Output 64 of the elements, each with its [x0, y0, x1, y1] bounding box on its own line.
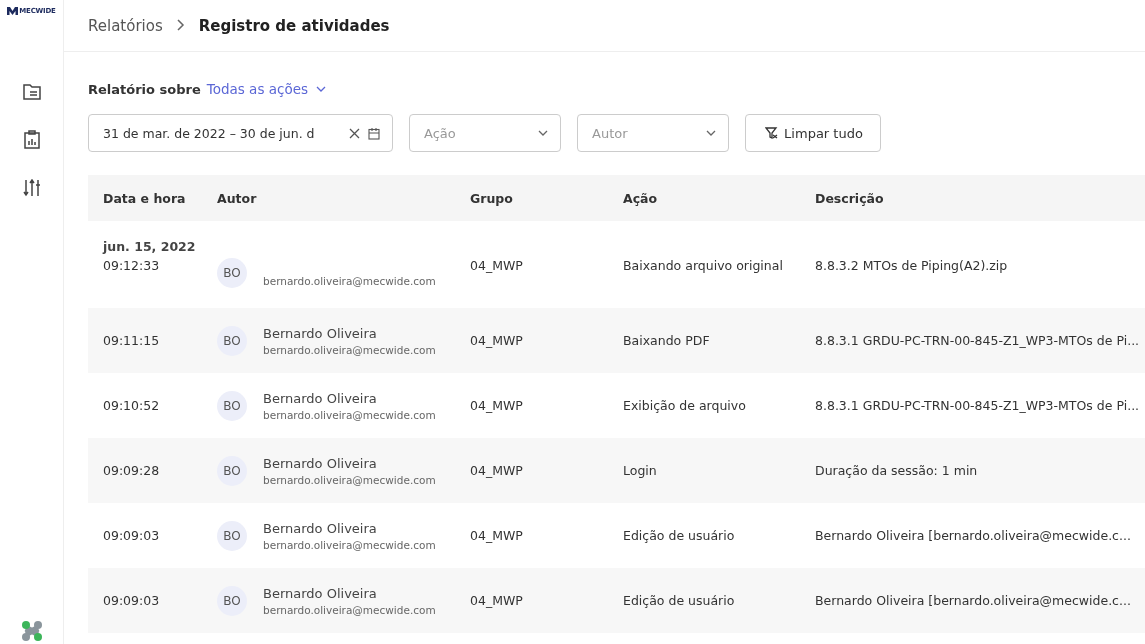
time-text: 09:10:52	[103, 398, 160, 413]
author-email: bernardo.oliveira@mecwide.com	[263, 408, 436, 421]
report-dropdown[interactable]: Todas as ações	[206, 81, 326, 97]
avatar-initials: BO	[217, 520, 247, 551]
column-header: Ação	[623, 175, 815, 221]
action-text: Baixando arquivo original	[623, 258, 783, 273]
description-text: 8.8.3.1 GRDU-PC-TRN-00-845-Z1_WP3-MTOs de Pi...	[815, 398, 1140, 413]
time-text: 09:11:15	[103, 333, 160, 348]
group-text: 04_MWP	[470, 463, 523, 478]
chevron-down-icon	[706, 130, 716, 136]
chevron-down-icon	[316, 86, 326, 92]
breadcrumb-item: Registro de atividades	[198, 16, 390, 35]
clear-all-button[interactable]: Limpar tudo	[745, 114, 881, 152]
action-text: Edição de usuário	[623, 593, 735, 608]
column-header: Data e hora	[88, 175, 217, 221]
group-text: 04_MWP	[470, 593, 523, 608]
date-group-label: jun. 15, 2022	[103, 239, 196, 254]
avatar-initials: BO	[217, 258, 247, 288]
column-header: Descrição	[815, 175, 1145, 221]
close-icon[interactable]	[349, 127, 360, 139]
column-header: Grupo	[470, 175, 623, 221]
description-text: Bernardo Oliveira [bernardo.oliveira@mecwide.c...	[815, 593, 1131, 608]
sliders-icon	[22, 179, 41, 197]
author-email: bernardo.oliveira@mecwide.com	[263, 538, 436, 551]
group-text: 04_MWP	[470, 528, 523, 543]
action-text: Exibição de arquivo	[623, 398, 746, 413]
avatar-initials: BO	[217, 585, 247, 616]
description-text: 8.8.3.2 MTOs de Piping(A2).zip	[815, 258, 1008, 273]
calendar-icon[interactable]	[368, 126, 380, 140]
time-text: 09:12:33	[103, 258, 160, 273]
action-text: Login	[623, 463, 657, 478]
apps-icon[interactable]	[20, 620, 43, 642]
author-email: bernardo.oliveira@mecwide.com	[263, 343, 436, 356]
author-name: Bernardo Oliveira	[263, 520, 378, 536]
group-text: 04_MWP	[470, 333, 523, 348]
author-name: Bernardo Oliveira	[263, 390, 378, 406]
avatar-initials: BO	[217, 455, 247, 486]
breadcrumb-item[interactable]: Relatórios	[88, 16, 163, 35]
time-text: 09:09:28	[103, 463, 160, 478]
author-name: Bernardo Oliveira	[263, 455, 378, 471]
report-label: Relatório sobre	[88, 81, 201, 97]
date-range-field[interactable]: 31 de mar. de 2022 – 30 de jun. d	[88, 114, 393, 152]
column-header: Autor	[217, 175, 470, 221]
author-email: bernardo.oliveira@mecwide.com	[263, 473, 436, 486]
description-text: Duração da sessão: 1 min	[815, 463, 978, 478]
avatar-initials: BO	[217, 390, 247, 421]
document-icon	[22, 84, 41, 100]
author-email: bernardo.oliveira@mecwide.com	[263, 603, 436, 616]
author-name: Bernardo Oliveira	[263, 585, 378, 601]
time-text: 09:09:03	[103, 528, 160, 543]
avatar-initials: BO	[217, 325, 247, 356]
action-text: Edição de usuário	[623, 528, 735, 543]
action-text: Baixando PDF	[623, 333, 710, 348]
author-name: Bernardo Oliveira	[263, 325, 378, 341]
group-text: 04_MWP	[470, 258, 523, 273]
group-text: 04_MWP	[470, 398, 523, 413]
logo-icon	[7, 7, 19, 15]
time-text: 09:09:03	[103, 593, 160, 608]
filter-clear-icon	[765, 127, 779, 139]
clipboard-chart-icon	[23, 130, 40, 149]
chevron-down-icon	[538, 130, 548, 136]
description-text: 8.8.3.1 GRDU-PC-TRN-00-845-Z1_WP3-MTOs de Pi...	[815, 333, 1140, 348]
description-text: Bernardo Oliveira [bernardo.oliveira@mecwide.c...	[815, 528, 1131, 543]
author-email: bernardo.oliveira@mecwide.com	[263, 275, 436, 287]
